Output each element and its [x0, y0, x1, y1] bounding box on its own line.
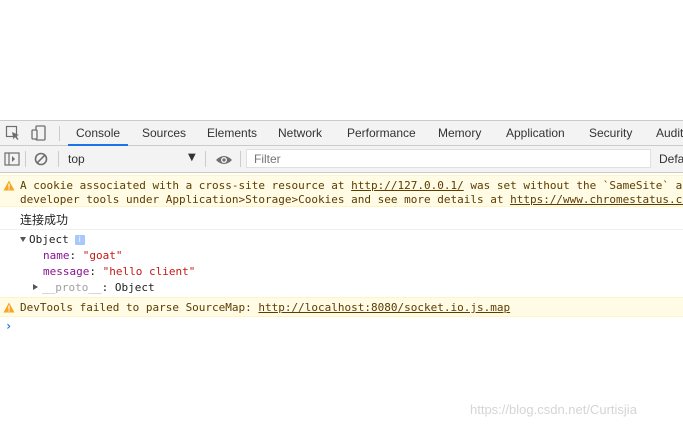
- log-message: 连接成功: [20, 213, 69, 227]
- property-value: "hello client": [102, 265, 196, 278]
- proto-key: __proto__: [42, 281, 102, 294]
- message-divider: [0, 229, 683, 230]
- tab-network[interactable]: Network: [278, 121, 322, 146]
- toolbar-separator: [205, 151, 206, 167]
- device-toolbar-icon[interactable]: [31, 125, 47, 141]
- tab-elements[interactable]: Elements: [207, 121, 257, 146]
- object-property-message: message: "hello client": [43, 265, 196, 278]
- clear-console-icon[interactable]: [33, 151, 49, 171]
- warning-text: was set without the `SameSite` attribu: [470, 179, 683, 192]
- warning-text: developer tools under Application>Storag…: [20, 193, 511, 206]
- toolbar-separator: [58, 151, 59, 167]
- tab-application[interactable]: Application: [506, 121, 565, 146]
- proto-value: Object: [114, 281, 155, 294]
- expand-triangle-icon[interactable]: [20, 237, 26, 242]
- toolbar-separator: [240, 151, 241, 167]
- warning-line-1: A cookie associated with a cross-site re…: [20, 179, 683, 192]
- tab-performance[interactable]: Performance: [347, 121, 416, 146]
- devtools-panel: Console Sources Elements Network Perform…: [0, 120, 683, 428]
- property-key: message: [43, 265, 90, 278]
- property-value: "goat": [82, 249, 123, 262]
- object-property-name: name: "goat": [43, 249, 123, 262]
- dropdown-arrow-icon[interactable]: ▼: [188, 152, 196, 163]
- sidebar-toggle-icon[interactable]: [4, 151, 20, 171]
- info-icon[interactable]: i: [74, 235, 85, 245]
- sourcemap-warning-message: DevTools failed to parse SourceMap: http…: [0, 297, 683, 317]
- warning-text: DevTools failed to parse SourceMap:: [20, 301, 259, 314]
- tab-console[interactable]: Console: [67, 121, 129, 146]
- object-proto[interactable]: __proto__: Object: [33, 281, 155, 294]
- tab-bar-separator: [59, 126, 60, 141]
- toolbar-separator: [25, 151, 26, 167]
- tab-sources[interactable]: Sources: [142, 121, 186, 146]
- warning-icon: [3, 180, 15, 194]
- collapse-triangle-icon[interactable]: [33, 284, 38, 290]
- console-prompt-icon[interactable]: ›: [5, 319, 12, 333]
- object-header[interactable]: Object i: [20, 233, 85, 246]
- tab-audits[interactable]: Audit: [656, 121, 683, 146]
- tab-security[interactable]: Security: [589, 121, 632, 146]
- property-key: name: [43, 249, 70, 262]
- console-toolbar: top ▼ Defa: [0, 146, 683, 173]
- warning-icon: [3, 302, 15, 316]
- log-levels-dropdown[interactable]: Defa: [659, 152, 683, 166]
- cookie-warning-message: A cookie associated with a cross-site re…: [0, 175, 683, 207]
- warning-line-2: developer tools under Application>Storag…: [20, 193, 683, 206]
- chromestatus-link[interactable]: https://www.chromestatus.com: [510, 193, 683, 206]
- warning-text: A cookie associated with a cross-site re…: [20, 179, 352, 192]
- sourcemap-link[interactable]: http://localhost:8080/socket.io.js.map: [258, 301, 510, 314]
- watermark: https://blog.csdn.net/Curtisjia: [470, 402, 637, 417]
- warning-link[interactable]: http://127.0.0.1/: [351, 179, 464, 192]
- inspect-element-icon[interactable]: [5, 125, 21, 141]
- context-selector[interactable]: top: [68, 152, 85, 166]
- tab-memory[interactable]: Memory: [438, 121, 481, 146]
- object-label: Object: [29, 233, 69, 246]
- devtools-tab-bar: Console Sources Elements Network Perform…: [0, 120, 683, 146]
- warning-line: DevTools failed to parse SourceMap: http…: [20, 301, 510, 314]
- live-expression-eye-icon[interactable]: [215, 152, 233, 171]
- filter-input[interactable]: [246, 149, 651, 168]
